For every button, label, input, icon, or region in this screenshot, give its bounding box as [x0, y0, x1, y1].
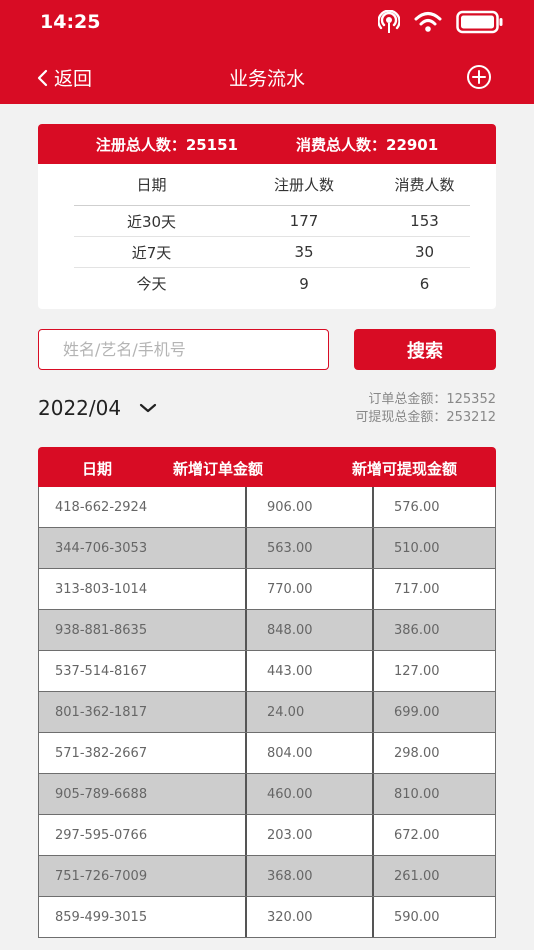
row-withdraw: 717.00	[372, 569, 495, 609]
stats-col-consumers: 消费人数	[394, 176, 455, 194]
table-row[interactable]: 751-726-7009 368.00 261.00	[38, 856, 496, 897]
stats-registered: 9	[299, 274, 309, 293]
col-withdraw-amount: 新增可提现金额	[352, 460, 458, 478]
stats-consumers: 153	[410, 212, 439, 230]
stats-col-registered: 注册人数	[273, 176, 334, 194]
row-date: 905-789-6688	[55, 786, 148, 802]
table-row[interactable]: 297-595-0766 203.00 672.00	[38, 815, 496, 856]
row-withdraw: 576.00	[372, 487, 495, 527]
stats-col-date: 日期	[136, 176, 167, 194]
row-order: 320.00	[245, 897, 372, 937]
row-order: 563.00	[245, 528, 372, 568]
search-button[interactable]: 搜索	[354, 329, 496, 370]
row-date: 297-595-0766	[55, 827, 148, 843]
stats-consumers: 6	[419, 274, 430, 293]
row-withdraw: 261.00	[372, 856, 495, 896]
stats-card: 注册总人数：25151 消费总人数：22901 日期 注册人数 消费人数 近30…	[38, 124, 496, 309]
row-date: 344-706-3053	[55, 540, 148, 556]
stats-table: 日期 注册人数 消费人数 近30天 177 153 近7天 35 30 今天 9…	[74, 164, 470, 299]
stats-header-row: 日期 注册人数 消费人数	[74, 164, 470, 206]
row-withdraw: 298.00	[372, 733, 495, 773]
stats-row: 今天 9 6	[74, 268, 470, 299]
chevron-down-icon	[139, 403, 157, 413]
row-withdraw: 510.00	[372, 528, 495, 568]
wifi-icon	[414, 12, 442, 32]
row-withdraw: 590.00	[372, 897, 495, 937]
row-date: 751-726-7009	[55, 868, 148, 884]
order-total: 订单总金额：125352	[368, 392, 496, 407]
status-time: 14:25	[40, 11, 101, 33]
table-row[interactable]: 905-789-6688 460.00 810.00	[38, 774, 496, 815]
table-row[interactable]: 859-499-3015 320.00 590.00	[38, 897, 496, 938]
search-input[interactable]	[38, 329, 329, 370]
flow-table: 日期 新增订单金额 新增可提现金额 418-662-2924 906.00 57…	[38, 447, 496, 938]
table-row[interactable]: 801-362-1817 24.00 699.00	[38, 692, 496, 733]
row-date: 801-362-1817	[55, 704, 148, 720]
row-withdraw: 699.00	[372, 692, 495, 732]
stats-registered: 35	[294, 243, 314, 261]
stats-summary: 注册总人数：25151 消费总人数：22901	[38, 124, 496, 164]
table-row[interactable]: 938-881-8635 848.00 386.00	[38, 610, 496, 651]
row-date: 859-499-3015	[55, 909, 148, 925]
row-withdraw: 386.00	[372, 610, 495, 650]
nav-bar: 返回 业务流水	[0, 52, 534, 102]
row-order: 443.00	[245, 651, 372, 691]
row-order: 24.00	[245, 692, 372, 732]
stats-registered: 177	[289, 212, 319, 230]
flow-table-header: 日期 新增订单金额 新增可提现金额	[38, 447, 496, 487]
row-date: 938-881-8635	[55, 622, 148, 638]
row-date: 537-514-8167	[55, 663, 148, 679]
add-button[interactable]	[466, 64, 492, 94]
month-value: 2022/04	[38, 396, 122, 420]
page-title: 业务流水	[228, 68, 305, 90]
totals-summary: 订单总金额：125352 可提现总金额：253212	[355, 391, 496, 427]
table-row[interactable]: 537-514-8167 443.00 127.00	[38, 651, 496, 692]
row-order: 804.00	[245, 733, 372, 773]
row-order: 770.00	[245, 569, 372, 609]
stats-row: 近30天 177 153	[74, 206, 470, 237]
row-order: 368.00	[245, 856, 372, 896]
col-order-amount: 新增订单金额	[173, 460, 264, 478]
status-bar: 14:25	[0, 0, 534, 48]
row-order: 203.00	[245, 815, 372, 855]
hotspot-icon	[378, 10, 400, 33]
row-withdraw: 810.00	[372, 774, 495, 814]
app-header: 14:25 返回 业务流水	[0, 0, 534, 104]
withdrawable-total: 可提现总金额：253212	[355, 410, 496, 425]
consumer-total: 消费总人数：22901	[296, 135, 439, 154]
plus-circle-icon	[467, 65, 491, 89]
stats-period: 近7天	[131, 243, 172, 262]
table-row[interactable]: 571-382-2667 804.00 298.00	[38, 733, 496, 774]
row-date: 313-803-1014	[55, 581, 148, 597]
stats-row: 近7天 35 30	[74, 237, 470, 268]
col-date: 日期	[82, 460, 113, 478]
month-selector[interactable]: 2022/04	[38, 396, 157, 420]
row-order: 848.00	[245, 610, 372, 650]
stats-consumers: 30	[414, 243, 435, 261]
table-row[interactable]: 313-803-1014 770.00 717.00	[38, 569, 496, 610]
row-date: 418-662-2924	[55, 499, 148, 515]
row-withdraw: 672.00	[372, 815, 495, 855]
battery-icon	[456, 10, 503, 34]
stats-period: 近30天	[126, 212, 177, 231]
row-date: 571-382-2667	[55, 745, 148, 761]
status-icons	[378, 10, 504, 34]
table-row[interactable]: 418-662-2924 906.00 576.00	[38, 487, 496, 528]
table-row[interactable]: 344-706-3053 563.00 510.00	[38, 528, 496, 569]
stats-period: 今天	[136, 275, 167, 293]
row-order: 460.00	[245, 774, 372, 814]
registered-total: 注册总人数：25151	[95, 135, 238, 154]
row-withdraw: 127.00	[372, 651, 495, 691]
row-order: 906.00	[245, 487, 372, 527]
